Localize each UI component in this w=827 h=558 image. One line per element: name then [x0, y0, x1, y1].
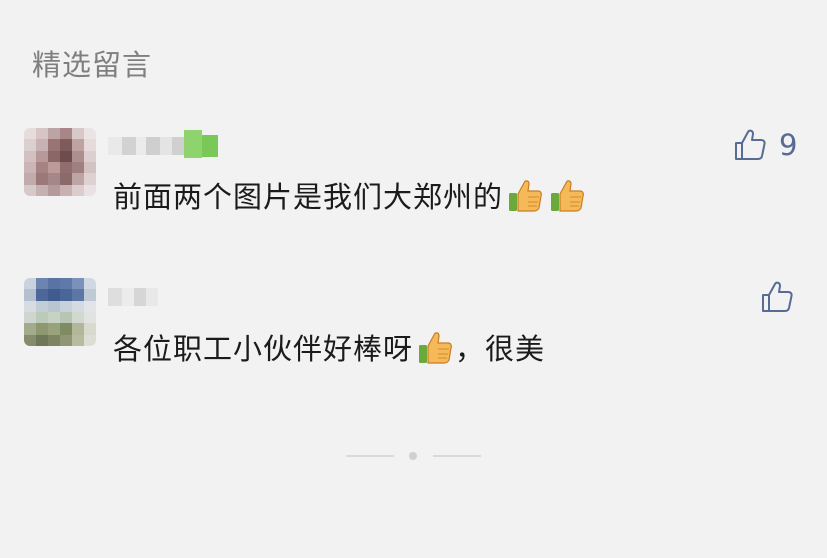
comment-item: 前面两个图片是我们大郑州的 9 — [0, 128, 827, 228]
nickname-blurred[interactable] — [108, 130, 218, 158]
end-divider-dot — [409, 452, 417, 460]
comment-item: 各位职工小伙伴好棒呀 ，很美 — [0, 278, 827, 378]
comment-text-suffix: ，很美 — [455, 332, 546, 366]
avatar[interactable] — [24, 278, 96, 346]
thumbs-up-emoji — [551, 180, 584, 212]
comment-text-content: 前面两个图片是我们大郑州的 — [113, 180, 504, 214]
like-count: 9 — [779, 128, 798, 162]
nickname-blurred[interactable] — [108, 288, 158, 306]
end-divider-left — [346, 455, 394, 457]
thumbs-up-outline-icon[interactable] — [733, 128, 767, 162]
thumbs-up-emoji — [509, 180, 542, 212]
like-button[interactable]: 9 — [733, 128, 797, 162]
thumbs-up-outline-icon[interactable] — [760, 280, 794, 314]
avatar[interactable] — [24, 128, 96, 196]
thumbs-up-emoji — [419, 332, 452, 364]
comment-text-content: 各位职工小伙伴好棒呀 — [113, 332, 414, 366]
comment-text: 各位职工小伙伴好棒呀 ，很美 — [113, 326, 545, 368]
comment-text: 前面两个图片是我们大郑州的 — [113, 174, 587, 216]
section-title: 精选留言 — [32, 48, 153, 82]
end-divider-right — [433, 455, 481, 457]
like-button[interactable] — [760, 280, 806, 314]
